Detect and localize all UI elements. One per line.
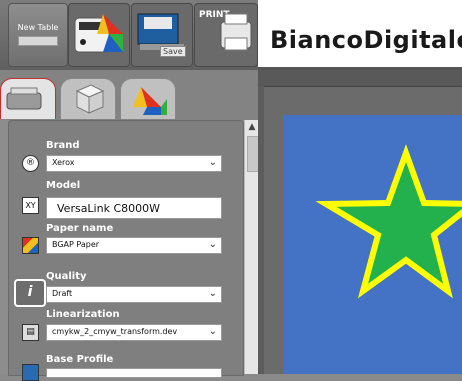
app-title: BiancoDigitale <box>270 26 462 54</box>
model-value: VersaLink C8000W <box>57 202 161 215</box>
paper-name-value: BGAP Paper <box>52 240 100 249</box>
chevron-down-icon: ⌄ <box>208 157 217 168</box>
brand-label: Brand <box>46 140 80 151</box>
registered-icon: ® <box>22 155 39 172</box>
brand-value: Xerox <box>52 158 75 167</box>
star-shape[interactable] <box>283 115 462 374</box>
base-profile-icon <box>22 364 39 381</box>
cube-icon <box>75 84 105 114</box>
quality-value: Draft <box>52 289 73 298</box>
new-table-label: New Table <box>17 23 59 32</box>
linearization-icon: ▤ <box>22 324 39 341</box>
vertical-ruler <box>258 86 264 374</box>
brand-select[interactable]: Xerox ⌄ <box>46 155 222 172</box>
xy-icon: XY <box>22 197 39 214</box>
printer-tab-icon <box>6 87 42 110</box>
horizontal-ruler <box>258 70 462 87</box>
color-management-icon <box>133 87 167 115</box>
tab-printer[interactable] <box>0 78 56 119</box>
linearization-select[interactable]: cmykw_2_cmyw_transform.dev ⌄ <box>46 324 222 341</box>
panel-tabstrip <box>0 70 258 120</box>
paper-name-label: Paper name <box>46 223 114 234</box>
model-label: Model <box>46 180 81 191</box>
main-toolbar: New Table Save PRINT <box>0 0 258 71</box>
printer-color-icon <box>74 14 123 53</box>
base-profile-select[interactable] <box>46 368 222 378</box>
print-canvas[interactable] <box>283 115 462 374</box>
quality-label: Quality <box>46 271 87 282</box>
linearization-label: Linearization <box>46 309 120 320</box>
tab-media[interactable] <box>60 78 116 119</box>
model-field[interactable]: VersaLink C8000W <box>46 197 222 219</box>
star-polygon[interactable] <box>315 144 462 299</box>
tab-color[interactable] <box>120 78 176 119</box>
ruler-icon <box>18 36 58 46</box>
panel-scrollbar[interactable]: ▲ <box>244 120 259 374</box>
save-button[interactable]: Save <box>131 3 193 67</box>
chevron-down-icon: ⌄ <box>208 326 217 337</box>
chevron-down-icon: ⌄ <box>208 239 217 250</box>
printer-settings-button[interactable] <box>68 3 130 67</box>
brand-header: BiancoDigitale <box>258 0 462 70</box>
base-profile-label: Base Profile <box>46 354 114 365</box>
print-icon <box>220 13 252 51</box>
quality-select[interactable]: Draft ⌄ <box>46 286 222 303</box>
save-label: Save <box>160 46 186 57</box>
paper-color-icon <box>22 237 39 254</box>
linearization-value: cmykw_2_cmyw_transform.dev <box>52 327 178 336</box>
paper-name-select[interactable]: BGAP Paper ⌄ <box>46 237 222 254</box>
new-table-button[interactable]: New Table <box>8 3 68 67</box>
scroll-up-icon[interactable]: ▲ <box>245 122 259 132</box>
info-icon: i <box>14 279 46 307</box>
print-button[interactable]: PRINT <box>194 3 258 67</box>
chevron-down-icon: ⌄ <box>208 288 217 299</box>
panel-left-edge <box>0 120 8 374</box>
